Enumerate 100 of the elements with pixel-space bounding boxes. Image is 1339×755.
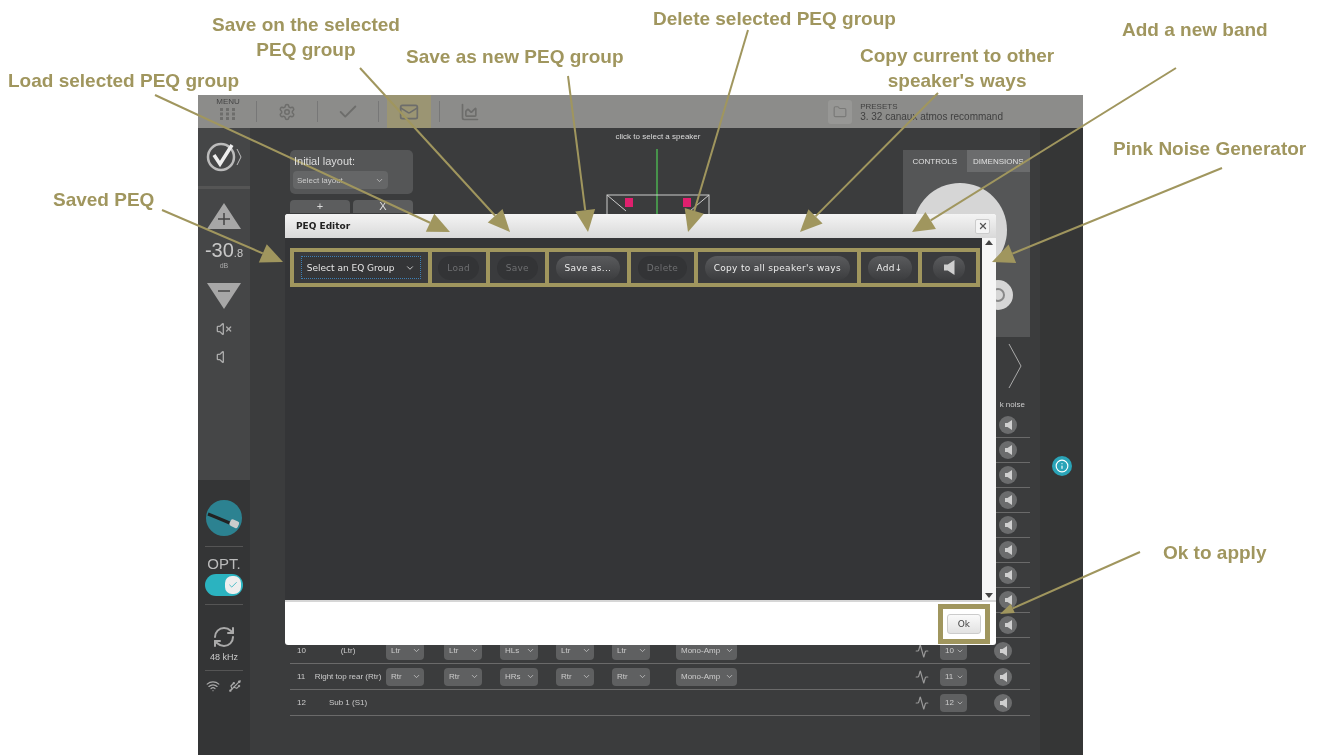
speaker-button[interactable] <box>999 441 1017 459</box>
check-icon <box>228 580 238 590</box>
speaker-button[interactable] <box>999 616 1017 634</box>
grid-icon <box>220 108 236 120</box>
table-select[interactable]: Rtr <box>556 667 594 686</box>
chevron-icon <box>526 672 535 681</box>
speaker-icon <box>1004 520 1012 530</box>
chevron-icon <box>638 646 647 655</box>
row-number: 10 <box>296 646 307 655</box>
chevron-icon <box>470 672 479 681</box>
speaker-button[interactable] <box>999 566 1017 584</box>
layout-button[interactable]: + <box>290 200 350 213</box>
volume-down-icon[interactable] <box>207 283 241 309</box>
scrollbar[interactable] <box>982 238 996 600</box>
panel-tab[interactable]: DIMENSIONS <box>966 150 1030 172</box>
speaker-icon <box>999 671 1007 682</box>
speaker-button[interactable] <box>999 591 1017 609</box>
speaker-icon <box>1004 595 1012 605</box>
speaker-button[interactable] <box>999 416 1017 434</box>
row-number: 12 <box>296 698 307 707</box>
column-header: k noise <box>999 399 1025 409</box>
table-select[interactable]: Rtr <box>612 667 650 686</box>
canvas-hint: click to select a speaker <box>615 132 701 141</box>
chevron-icon <box>526 646 535 655</box>
folder-icon <box>833 104 848 119</box>
speaker-icon <box>1004 470 1012 480</box>
chevron-icon <box>725 672 734 681</box>
chevron-icon <box>638 672 647 681</box>
usb-icon <box>228 679 242 693</box>
speaker-icon <box>944 260 955 275</box>
annotation-label: Delete selected PEQ group <box>653 7 896 31</box>
info-icon[interactable] <box>1051 456 1072 476</box>
speaker-button[interactable] <box>994 641 1012 660</box>
speaker-button[interactable] <box>999 491 1017 509</box>
panel-tab[interactable]: CONTROLS <box>903 150 967 172</box>
row-number: 11 <box>296 672 307 681</box>
speaker-icon <box>1004 545 1012 555</box>
wifi-icon <box>206 679 220 693</box>
annotation-label: Add a new band <box>1122 18 1268 42</box>
speaker-icon <box>1004 570 1012 580</box>
speaker-icon <box>1004 495 1012 505</box>
annotation-label: Save on the selected PEQ group <box>212 13 400 62</box>
toolbar-button[interactable]: Save as... <box>555 255 621 280</box>
toolbar-button[interactable]: Copy to all speaker's ways <box>704 255 850 280</box>
chevron-icon <box>412 672 421 681</box>
chevron-icon <box>582 672 591 681</box>
chevron-icon <box>582 646 591 655</box>
speaker-name: Sub 1 (S1) <box>327 697 369 708</box>
volume-decimal: .8 <box>233 247 244 259</box>
chevron-icon <box>470 646 479 655</box>
speaker-name: Right top rear (Rtr) <box>313 671 383 682</box>
cable-icon <box>204 498 244 538</box>
speaker-icon <box>1004 445 1012 455</box>
speaker-button[interactable] <box>999 516 1017 534</box>
speaker-button[interactable] <box>933 255 966 280</box>
sample-rate: 48 kHz <box>210 652 238 662</box>
speaker-name: (Ltr) <box>339 645 357 656</box>
speaker-icon <box>999 645 1007 656</box>
speaker-button[interactable] <box>994 667 1012 686</box>
annotation-label: Load selected PEQ group <box>8 69 240 93</box>
close-icon <box>977 221 988 231</box>
table-select[interactable]: Rtr <box>444 667 482 686</box>
volume-up-icon[interactable] <box>207 203 241 229</box>
speaker-button[interactable] <box>999 466 1017 484</box>
annotation-label: Copy current to other speaker's ways <box>860 44 1055 93</box>
dialog-title: PEQ Editor <box>296 221 351 231</box>
chevron-right-icon[interactable] <box>1008 343 1022 389</box>
toolbar-button[interactable]: Add↓ <box>867 255 912 280</box>
settings-icon <box>278 102 296 121</box>
presets-label: PRESETS <box>860 101 899 111</box>
eq-group-select[interactable]: Select an EQ Group <box>300 256 421 279</box>
speaker-icon <box>1004 420 1012 430</box>
speaker-button[interactable] <box>999 541 1017 559</box>
close-button[interactable] <box>975 218 990 234</box>
opt-label: OPT. <box>207 555 241 572</box>
table-select[interactable]: HRs <box>500 667 538 686</box>
annotation-label: Saved PEQ <box>53 188 155 212</box>
speaker-icon <box>1004 620 1012 630</box>
channel-select[interactable]: 11 <box>940 667 967 686</box>
chart-icon <box>460 101 480 122</box>
annotation-label: Save as new PEQ group <box>406 45 624 69</box>
waveform-icon[interactable] <box>914 643 929 658</box>
table-select[interactable]: Rtr <box>386 667 424 686</box>
mute-icon[interactable] <box>216 321 232 337</box>
ok-button[interactable]: Ok <box>946 613 981 634</box>
opt-toggle[interactable] <box>205 574 243 596</box>
menu-button[interactable]: MENU <box>208 95 248 128</box>
volume-value: -30 <box>204 239 234 262</box>
channel-select[interactable]: 12 <box>940 693 967 712</box>
table-select[interactable]: Mono-Amp <box>676 667 737 686</box>
sync-icon <box>212 625 236 649</box>
speaker-button[interactable] <box>994 693 1012 712</box>
scroll-down-icon[interactable] <box>985 593 993 598</box>
annotation-label: Pink Noise Generator <box>1113 137 1307 161</box>
chevron-icon <box>725 646 734 655</box>
layout-label: Initial layout: <box>293 155 356 167</box>
annotation-label: Ok to apply <box>1163 541 1267 565</box>
speaker-icon <box>999 697 1007 708</box>
chevron-icon <box>412 646 421 655</box>
scroll-up-icon[interactable] <box>985 240 993 245</box>
